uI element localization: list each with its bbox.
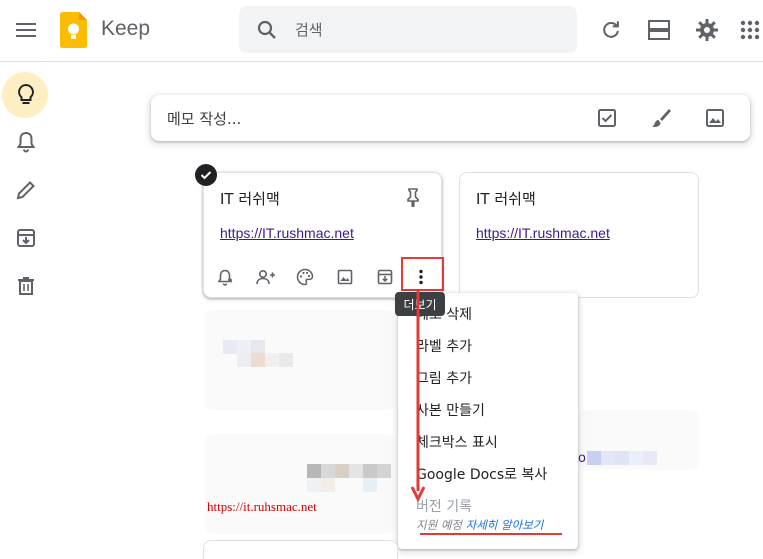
list-view-icon (648, 20, 670, 40)
palette-icon (296, 268, 314, 286)
blur-pixel (321, 478, 335, 492)
image-icon (337, 269, 353, 285)
blur-pixel (615, 451, 629, 465)
blur-pixel (265, 353, 279, 367)
note-title: IT 러쉬맥 (220, 190, 280, 208)
menu-item-copy-to-google-docs[interactable]: Google Docs로 복사 (416, 464, 547, 484)
version-history-note: 지원 예정 자세히 알아보기 (416, 517, 543, 533)
collaborator-icon (255, 269, 275, 285)
note-card[interactable]: IT 러쉬맥 https://IT.rushmac.net (459, 172, 699, 298)
list-view-button[interactable] (646, 17, 672, 43)
lightbulb-icon (18, 83, 34, 104)
archive-note-button[interactable] (375, 267, 395, 287)
red-underline-annotation (420, 533, 562, 535)
settings-icon (696, 19, 718, 41)
note-link[interactable]: https://IT.rushmac.net (220, 225, 354, 241)
collaborator-button[interactable] (255, 267, 275, 287)
keep-logo[interactable] (60, 12, 87, 48)
take-note-placeholder[interactable]: 메모 작성... (167, 108, 241, 129)
menu-item-make-copy[interactable]: 사본 만들기 (416, 400, 485, 420)
nav-edit-labels[interactable] (0, 166, 52, 214)
search-bar[interactable] (239, 6, 577, 53)
archive-icon (377, 269, 393, 285)
blur-pixel (237, 340, 251, 354)
add-image-button[interactable] (335, 267, 355, 287)
blur-pixel (335, 464, 349, 478)
note-title: IT 러쉬맥 (476, 190, 536, 208)
red-arrow-annotation (410, 291, 426, 503)
new-list-button[interactable] (595, 106, 619, 130)
pin-icon[interactable] (403, 187, 423, 207)
apps-grid-icon (740, 20, 760, 40)
blur-pixel (643, 451, 657, 465)
blur-pixel (321, 464, 335, 478)
take-note-bar[interactable]: 메모 작성... (151, 95, 750, 141)
app-title: Keep (101, 17, 151, 40)
background-options-button[interactable] (295, 267, 315, 287)
brush-icon (652, 109, 671, 127)
note-link[interactable]: https://IT.rushmac.net (476, 225, 610, 241)
blur-pixel (629, 451, 643, 465)
image-icon (706, 109, 724, 127)
new-image-note-button[interactable] (703, 106, 727, 130)
nav-archive[interactable] (0, 214, 52, 262)
blur-pixel (279, 353, 293, 367)
hamburger-icon (16, 23, 36, 37)
blur-pixel (363, 464, 377, 478)
nav-notes[interactable] (0, 71, 52, 119)
remind-me-button[interactable] (215, 267, 235, 287)
keep-logo-icon (60, 12, 87, 48)
blur-pixel (349, 464, 363, 478)
pencil-icon (16, 181, 35, 200)
menu-item-show-checkboxes[interactable]: 체크박스 표시 (416, 432, 498, 452)
nav-trash[interactable] (0, 262, 52, 310)
trash-icon (18, 277, 34, 295)
blur-pixel (223, 340, 237, 354)
checkmark-icon (200, 171, 212, 180)
coming-soon-text: 지원 예정 (416, 518, 462, 532)
partial-note-card (203, 540, 398, 559)
blur-pixel (251, 340, 265, 354)
refresh-icon (603, 21, 619, 38)
blurred-note (205, 310, 395, 410)
watermark-text: https://it.ruhsmac.net (207, 499, 317, 514)
main-menu-button[interactable] (10, 14, 42, 46)
highlight-box (401, 257, 444, 291)
blur-pixel (237, 353, 251, 367)
checkbox-icon (598, 109, 616, 127)
settings-button[interactable] (694, 17, 720, 43)
learn-more-link[interactable]: 자세히 알아보기 (466, 518, 544, 532)
blur-pixel (587, 451, 601, 465)
refresh-button[interactable] (598, 17, 624, 43)
archive-icon (17, 229, 35, 247)
search-input[interactable] (295, 6, 565, 53)
blur-pixel (377, 464, 391, 478)
blur-pixel (307, 464, 321, 478)
select-note-checkmark[interactable] (195, 164, 217, 186)
search-icon[interactable] (255, 18, 279, 42)
nav-reminders[interactable] (0, 118, 52, 166)
partial-link-text: o (578, 451, 586, 466)
apps-button[interactable] (737, 17, 763, 43)
top-app-bar: Keep (0, 0, 763, 62)
new-drawing-button[interactable] (649, 106, 673, 130)
blur-pixel (363, 478, 377, 492)
bell-icon (16, 131, 36, 153)
blur-pixel (307, 478, 321, 492)
reminder-icon (217, 269, 233, 286)
blur-pixel (251, 353, 265, 367)
blur-pixel (601, 451, 615, 465)
